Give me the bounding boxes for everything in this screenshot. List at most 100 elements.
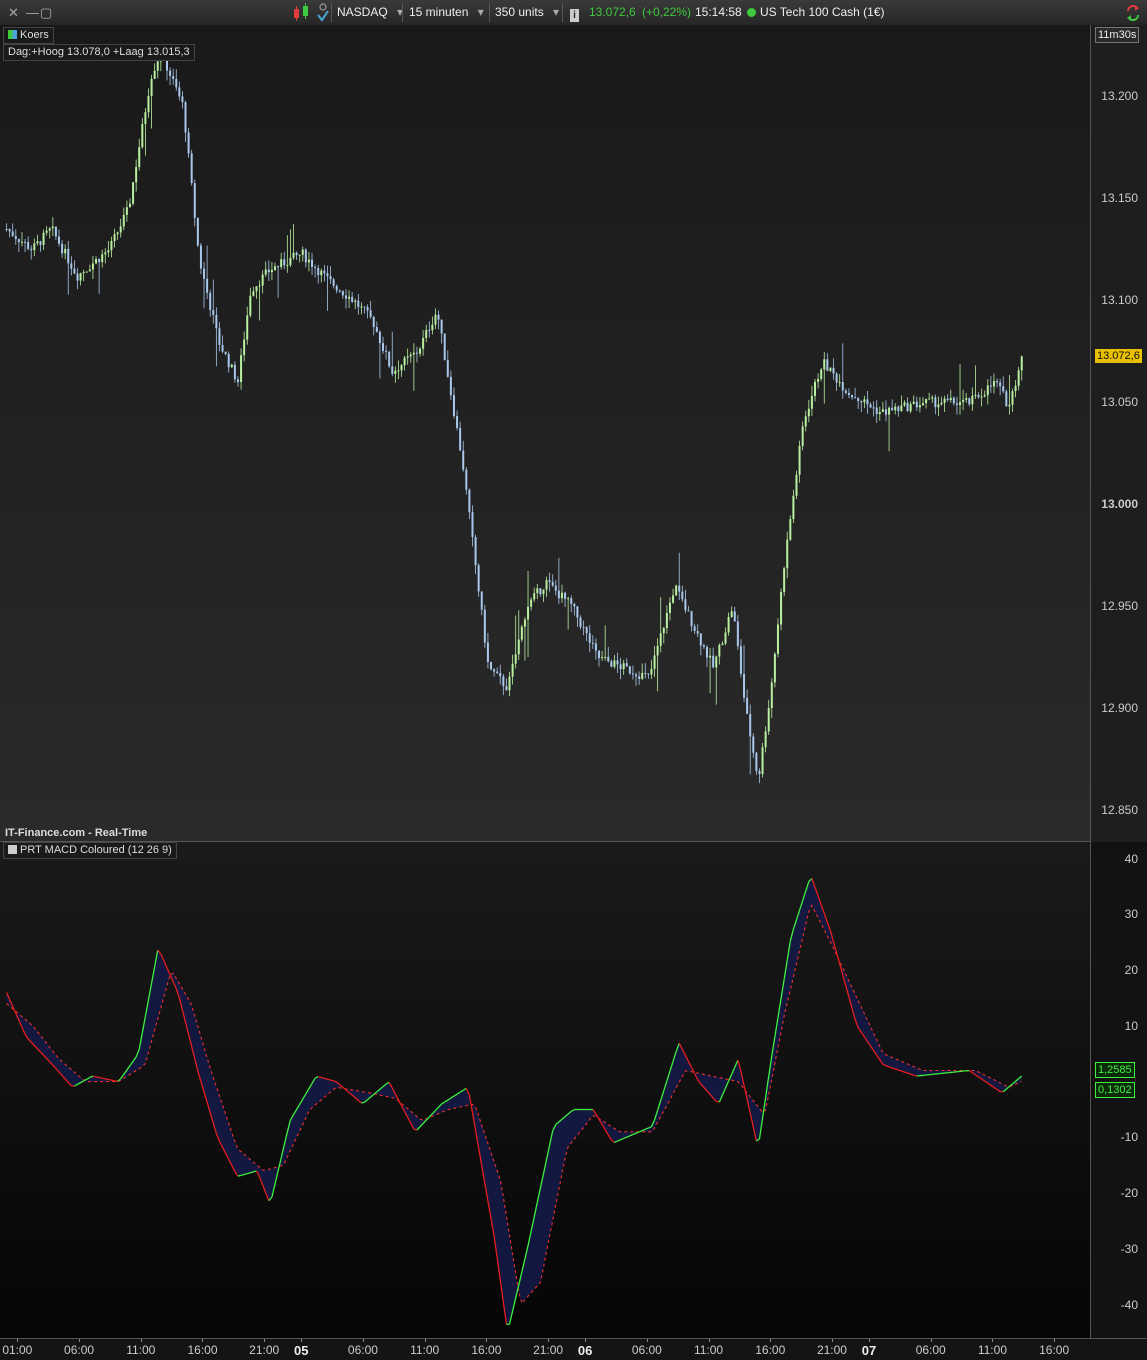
candle (438, 311, 440, 330)
macd-segment (324, 1078, 327, 1079)
time-tick-label: 01:00 (2, 1343, 32, 1357)
candle (293, 224, 295, 260)
candle (700, 633, 702, 655)
candle (70, 256, 72, 275)
macd-segment (93, 1076, 96, 1077)
candlestick-type-icon[interactable] (292, 0, 312, 25)
price-chart-panel[interactable]: Koers Dag:+Hoog 13.078,0 +Laag 13.015,3 … (0, 25, 1090, 841)
candle (870, 402, 872, 408)
close-icon[interactable]: ✕ (8, 0, 19, 25)
bar-countdown: 11m30s (1095, 27, 1139, 43)
refresh-icon[interactable] (1124, 0, 1142, 25)
candle (259, 281, 261, 321)
chevron-down-icon: ▾ (478, 5, 484, 19)
time-tick-mark (363, 1339, 364, 1342)
time-tick-mark (17, 1339, 18, 1342)
candle (715, 656, 717, 705)
candle (36, 235, 38, 246)
candle (336, 284, 338, 293)
candle (385, 345, 387, 359)
candle (394, 367, 396, 383)
candle (274, 263, 276, 271)
time-tick-label: 06:00 (64, 1343, 94, 1357)
candle (910, 401, 912, 413)
candle (481, 591, 483, 615)
candle (786, 532, 788, 579)
macd-segment (398, 1100, 401, 1106)
timeframe-select[interactable]: 15 minuten ▾ (409, 0, 484, 25)
time-tick-label: 21:00 (533, 1343, 563, 1357)
candle (620, 658, 622, 679)
macd-axis[interactable]: 40302010-10-20-30-401,25850,1302 (1090, 842, 1147, 1338)
macd-segment (96, 1077, 99, 1078)
units-select[interactable]: 350 units ▾ (495, 0, 559, 25)
candle (52, 217, 54, 236)
candle (808, 400, 810, 422)
candle (925, 399, 927, 409)
candle (9, 228, 11, 237)
candle (947, 394, 949, 401)
candle (206, 245, 208, 299)
candle (542, 589, 544, 602)
macd-legend[interactable]: PRT MACD Coloured (12 26 9) (3, 842, 177, 859)
settings-icon[interactable] (316, 0, 330, 25)
candle (586, 626, 588, 641)
candle (546, 577, 548, 598)
candle (771, 678, 773, 718)
candle (709, 648, 711, 693)
candle (249, 288, 251, 318)
candle (302, 246, 304, 261)
time-tick-label: 16:00 (471, 1343, 501, 1357)
candle (262, 270, 264, 293)
candle (512, 655, 514, 685)
time-tick-label: 11:00 (694, 1343, 723, 1357)
info-icon[interactable]: i (570, 0, 579, 25)
candle (277, 265, 279, 297)
time-axis[interactable]: 01:0006:0011:0016:0021:000506:0011:0016:… (0, 1338, 1147, 1360)
minimize-icon[interactable]: — (26, 0, 39, 25)
price-tick-label: 12.900 (1101, 701, 1138, 715)
macd-panel[interactable]: PRT MACD Coloured (12 26 9) (0, 842, 1090, 1338)
candle (240, 348, 242, 389)
candle (669, 597, 671, 620)
macd-segment (105, 1079, 108, 1080)
time-tick-mark (264, 1339, 265, 1342)
candle (502, 674, 504, 695)
price-chart-svg[interactable] (0, 25, 1090, 841)
maximize-icon[interactable]: ▢ (40, 0, 52, 25)
candle (823, 352, 825, 404)
candle (181, 91, 183, 108)
price-axis[interactable]: 11m30s 13.20013.15013.10013.05013.00012.… (1090, 25, 1147, 842)
candle (876, 400, 878, 423)
candle (509, 672, 511, 696)
candle (46, 226, 48, 235)
candle (231, 364, 233, 368)
candle (641, 663, 643, 679)
candle (234, 361, 236, 382)
candle (30, 245, 32, 259)
candle (505, 678, 507, 690)
candle (647, 673, 649, 678)
instrument-select[interactable]: NASDAQ ▾ (337, 0, 403, 25)
candle (382, 337, 384, 354)
candle (475, 535, 477, 574)
time-tick-label: 11:00 (978, 1343, 1007, 1357)
macd-segment (321, 1077, 324, 1078)
candle (805, 411, 807, 432)
time-tick-label: 16:00 (755, 1343, 785, 1357)
candle (1002, 376, 1004, 393)
candle (903, 400, 905, 407)
candle (740, 639, 742, 677)
macd-chart-svg[interactable] (0, 842, 1090, 1338)
candle (644, 663, 646, 678)
macd-segment (241, 1174, 244, 1175)
candle (626, 658, 628, 667)
candle (576, 606, 578, 627)
price-legend[interactable]: Koers (3, 27, 54, 44)
macd-tick-label: -40 (1121, 1298, 1138, 1312)
candle (885, 400, 887, 421)
candle (308, 252, 310, 272)
candle (900, 396, 902, 412)
candle (891, 399, 893, 410)
candle (453, 387, 455, 418)
